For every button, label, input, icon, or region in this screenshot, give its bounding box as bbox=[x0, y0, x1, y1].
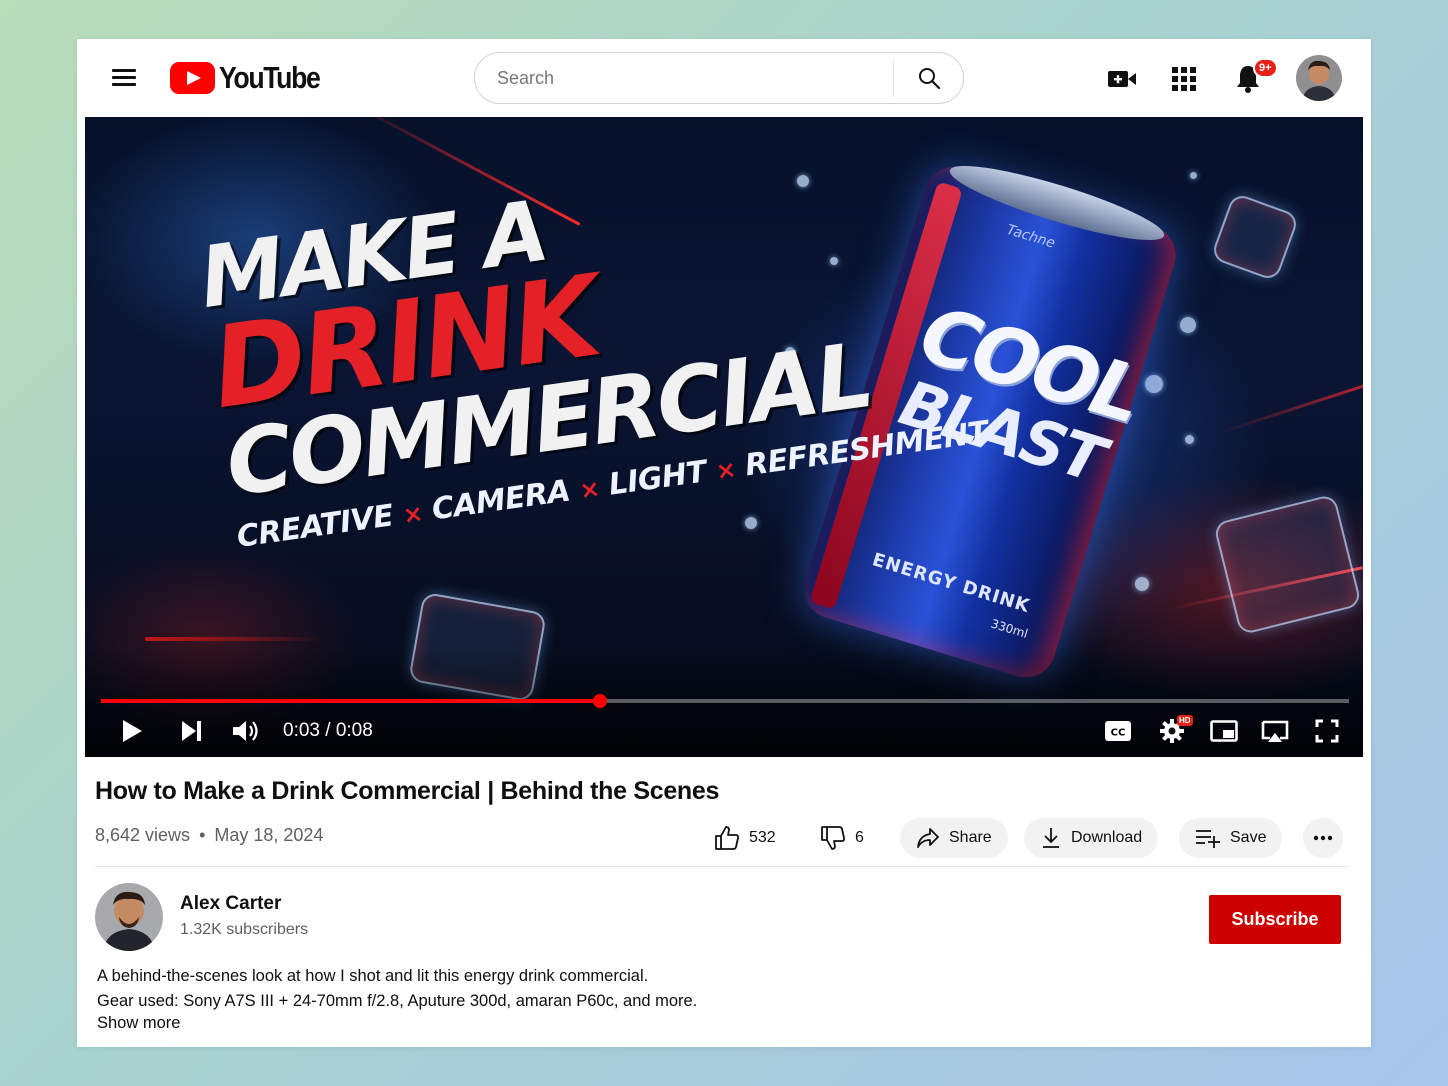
logo-text: YouTube bbox=[219, 60, 321, 95]
thumbs-up-icon bbox=[715, 826, 739, 850]
save-playlist-icon bbox=[1196, 830, 1220, 848]
water-drop bbox=[1180, 317, 1196, 333]
water-drop bbox=[1185, 435, 1194, 444]
volume-button[interactable] bbox=[229, 714, 263, 748]
cast-button[interactable] bbox=[1260, 714, 1290, 748]
youtube-logo[interactable]: YouTube bbox=[170, 60, 336, 95]
save-button[interactable]: Save bbox=[1179, 818, 1283, 858]
can-text-energy-drink: ENERGY DRINK bbox=[869, 549, 1033, 618]
search-input[interactable] bbox=[476, 54, 892, 102]
captions-icon: CC bbox=[1105, 721, 1131, 741]
play-icon bbox=[123, 720, 142, 742]
tagline-separator: × bbox=[577, 474, 602, 505]
can-volume: 330ml bbox=[989, 616, 1030, 641]
captions-label: CC bbox=[1111, 728, 1126, 739]
thumbs-down-icon bbox=[821, 826, 845, 850]
light-streak bbox=[145, 637, 325, 641]
fullscreen-icon bbox=[1315, 719, 1339, 743]
dislike-count: 6 bbox=[855, 829, 864, 846]
miniplayer-button[interactable] bbox=[1209, 714, 1239, 748]
channel-avatar[interactable] bbox=[95, 883, 163, 951]
hd-badge: HD bbox=[1177, 715, 1193, 726]
download-button[interactable]: Download bbox=[1024, 818, 1159, 858]
like-count: 532 bbox=[749, 829, 776, 846]
tagline-separator: × bbox=[401, 499, 425, 530]
share-button[interactable]: Share bbox=[900, 818, 1008, 858]
description-line: Gear used: Sony A7S III + 24-70mm f/2.8,… bbox=[97, 992, 698, 1010]
video-title: How to Make a Drink Commercial | Behind … bbox=[95, 777, 720, 805]
download-label: Download bbox=[1071, 829, 1143, 846]
section-divider bbox=[95, 866, 1349, 867]
play-button[interactable] bbox=[117, 714, 147, 748]
next-icon bbox=[182, 721, 201, 741]
video-player[interactable]: Tachne COOL BLAST ENERGY DRINK 330ml MAK… bbox=[85, 117, 1363, 757]
account-avatar[interactable] bbox=[1296, 55, 1342, 101]
cast-icon bbox=[1261, 720, 1289, 742]
progress-bar[interactable] bbox=[101, 694, 1349, 708]
video-description: A behind-the-scenes look at how I shot a… bbox=[97, 964, 697, 1014]
like-button[interactable]: 532 bbox=[714, 818, 776, 858]
menu-icon[interactable] bbox=[110, 65, 138, 91]
create-video-icon bbox=[1108, 71, 1136, 87]
progress-played bbox=[101, 699, 601, 703]
save-label: Save bbox=[1230, 829, 1267, 846]
subscribe-button[interactable]: Subscribe bbox=[1209, 895, 1341, 944]
volume-icon bbox=[233, 721, 258, 741]
share-label: Share bbox=[949, 829, 992, 846]
time-display: 0:03 / 0:08 bbox=[283, 720, 373, 741]
upload-date: May 18, 2024 bbox=[214, 825, 324, 845]
captions-button[interactable]: CC bbox=[1103, 714, 1133, 748]
water-drop bbox=[745, 517, 757, 529]
search-button[interactable] bbox=[894, 53, 964, 103]
create-video-button[interactable] bbox=[1104, 61, 1140, 97]
fullscreen-button[interactable] bbox=[1313, 714, 1341, 748]
can-brand: Tachne bbox=[1004, 221, 1057, 252]
tagline-separator: × bbox=[714, 455, 738, 486]
download-icon bbox=[1043, 828, 1059, 848]
water-drop bbox=[1135, 577, 1149, 591]
video-meta: 8,642 views • May 18, 2024 bbox=[95, 825, 323, 846]
view-count: 8,642 views bbox=[95, 825, 191, 845]
top-header: YouTube 9+ bbox=[77, 39, 1371, 117]
more-actions-button[interactable] bbox=[1303, 818, 1343, 858]
notification-badge: 9+ bbox=[1253, 58, 1278, 78]
dislike-button[interactable]: 6 bbox=[820, 818, 864, 858]
youtube-window: YouTube 9+ bbox=[77, 39, 1371, 1047]
miniplayer-icon bbox=[1210, 720, 1238, 742]
water-drop bbox=[1190, 172, 1197, 179]
youtube-logo-icon bbox=[170, 62, 215, 94]
apps-button[interactable] bbox=[1166, 61, 1202, 97]
more-icon bbox=[1313, 835, 1333, 841]
search-icon bbox=[919, 68, 941, 90]
channel-name[interactable]: Alex Carter bbox=[180, 893, 281, 915]
search-bar bbox=[474, 52, 964, 104]
share-icon bbox=[917, 828, 939, 848]
show-more-link[interactable]: Show more bbox=[97, 1014, 180, 1033]
water-drop bbox=[1145, 375, 1163, 393]
apps-grid-icon bbox=[1172, 67, 1196, 91]
subscriber-count: 1.32K subscribers bbox=[180, 921, 309, 938]
next-button[interactable] bbox=[177, 714, 207, 748]
description-line: A behind-the-scenes look at how I shot a… bbox=[97, 967, 649, 985]
meta-separator: • bbox=[199, 825, 206, 845]
